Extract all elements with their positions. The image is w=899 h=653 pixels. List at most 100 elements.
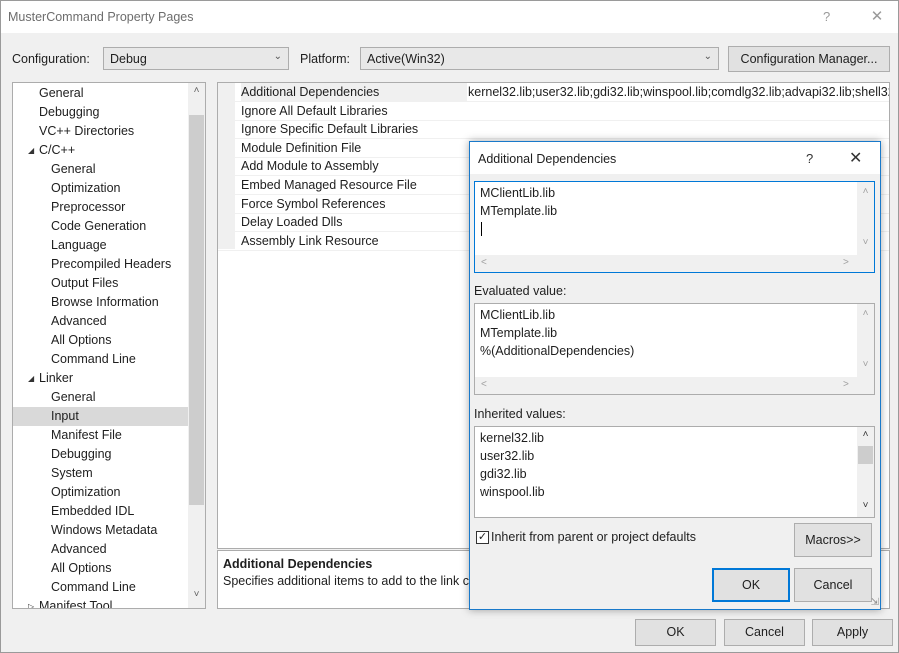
tree-item[interactable]: Advanced [13, 540, 189, 559]
property-tree: ▷ Manifest Tool Command Line All Options Adv… [12, 82, 206, 609]
tree-item-label: General [51, 162, 96, 176]
property-value[interactable]: kernel32.lib;user32.lib;gdi32.lib;winspo… [468, 83, 889, 101]
tree-item[interactable]: General [13, 160, 189, 179]
dialog-title-bar: Additional Dependencies ? ✕ [470, 142, 880, 174]
chevron-down-icon[interactable]: ˅ [857, 500, 874, 511]
tree-item[interactable]: Output Files [13, 274, 189, 293]
tree-item-label: Debugging [51, 447, 112, 461]
tree-item[interactable]: Command Line [13, 578, 189, 597]
apply-button[interactable]: Apply [812, 619, 893, 646]
inherit-checkbox[interactable]: ✓ [476, 531, 489, 544]
inherited-line: gdi32.lib [480, 467, 527, 481]
macros-button[interactable]: Macros>> [794, 523, 872, 557]
chevron-down-icon[interactable]: ◢ [28, 141, 34, 160]
tree-item-label: Code Generation [51, 219, 147, 233]
tree-item[interactable]: All Options [13, 559, 189, 578]
dialog-ok-button[interactable]: OK [712, 568, 790, 602]
chevron-right-icon[interactable]: > [843, 379, 849, 390]
configuration-label: Configuration: [12, 52, 90, 66]
chevron-down-icon[interactable]: ˅ [857, 237, 874, 248]
tree-item-label: General [51, 390, 96, 404]
inherit-checkbox-label[interactable]: Inherit from parent or project defaults [491, 530, 696, 544]
resize-grip-icon[interactable]: ⇲ [871, 597, 879, 608]
inherited-vscroll[interactable]: ˄ ˅ [857, 427, 874, 517]
chevron-up-icon[interactable]: ˄ [188, 85, 205, 102]
tree-item-label: Command Line [51, 352, 136, 366]
close-icon[interactable]: ✕ [867, 7, 887, 27]
tree-item[interactable]: Manifest File [13, 426, 189, 445]
tree-item[interactable]: Code Generation [13, 217, 189, 236]
ok-button[interactable]: OK [635, 619, 716, 646]
tree-item[interactable]: Preprocessor [13, 198, 189, 217]
tree-item[interactable]: Advanced [13, 312, 189, 331]
tree-item[interactable]: Optimization [13, 483, 189, 502]
tree-item[interactable]: Debugging [13, 103, 189, 122]
dependencies-editor[interactable]: MClientLib.lib MTemplate.lib ˄ ˅ < > [474, 181, 875, 273]
chevron-left-icon[interactable]: < [481, 379, 487, 390]
tree-scrollbar[interactable]: ˄ ˅ [188, 83, 205, 608]
chevron-down-icon[interactable]: ˅ [857, 359, 874, 370]
tree-item-label: Advanced [51, 542, 107, 556]
window-title: MusterCommand Property Pages [8, 10, 194, 24]
tree-item[interactable]: Precompiled Headers [13, 255, 189, 274]
tree-item[interactable]: Optimization [13, 179, 189, 198]
configuration-dropdown[interactable]: Debug ⌄ [103, 47, 289, 70]
platform-dropdown[interactable]: Active(Win32) ⌄ [360, 47, 719, 70]
chevron-left-icon[interactable]: < [481, 257, 487, 268]
property-row[interactable]: Additional Dependencies kernel32.lib;user… [218, 83, 889, 102]
tree-item[interactable]: ◢ C/C++ [13, 141, 189, 160]
scrollbar-thumb[interactable] [858, 446, 873, 464]
tree-item[interactable]: System [13, 464, 189, 483]
property-name: Additional Dependencies [241, 83, 467, 101]
tree-item[interactable]: Language [13, 236, 189, 255]
tree-item-label: C/C++ [39, 143, 76, 157]
chevron-right-icon[interactable]: > [843, 257, 849, 268]
editor-line: MTemplate.lib [480, 204, 558, 218]
cancel-button[interactable]: Cancel [724, 619, 805, 646]
tree-item-label: Embedded IDL [51, 504, 135, 518]
inherited-line: user32.lib [480, 449, 535, 463]
scrollbar-thumb[interactable] [189, 115, 204, 505]
close-icon[interactable]: ✕ [849, 148, 862, 168]
tree-item[interactable]: Embedded IDL [13, 502, 189, 521]
property-name: Add Module to Assembly [241, 159, 379, 174]
chevron-down-icon: ⌄ [703, 51, 712, 62]
tree-item[interactable]: General [13, 388, 189, 407]
chevron-up-icon[interactable]: ˄ [857, 429, 874, 440]
tree-item[interactable]: General [13, 84, 189, 103]
tree-item[interactable]: Debugging [13, 445, 189, 464]
editor-vscroll[interactable]: ˄ ˅ [857, 182, 874, 256]
help-icon[interactable]: ? [823, 9, 830, 24]
tree-item[interactable]: Command Line [13, 350, 189, 369]
evaluated-value-box: MClientLib.lib MTemplate.lib %(Additiona… [474, 303, 875, 395]
tree-item[interactable]: ◢ Linker [13, 369, 189, 388]
tree-item[interactable]: Browse Information [13, 293, 189, 312]
evaluated-hscroll[interactable]: < > [475, 377, 874, 394]
chevron-up-icon[interactable]: ˄ [857, 186, 874, 197]
chevron-up-icon[interactable]: ˄ [857, 308, 874, 319]
help-icon[interactable]: ? [806, 151, 813, 166]
tree-item[interactable]: Windows Metadata [13, 521, 189, 540]
property-row[interactable]: Ignore Specific Default Libraries [218, 120, 889, 140]
platform-value: Active(Win32) [367, 52, 445, 66]
chevron-down-icon[interactable]: ◢ [28, 369, 34, 388]
property-row[interactable]: Ignore All Default Libraries [218, 102, 889, 121]
evaluated-line: MTemplate.lib [480, 326, 558, 340]
chevron-right-icon[interactable]: ▷ [28, 597, 34, 608]
tree-item-label: Optimization [51, 485, 121, 499]
evaluated-vscroll[interactable]: ˄ ˅ [857, 304, 874, 378]
configuration-manager-button[interactable]: Configuration Manager... [728, 46, 890, 72]
dialog-cancel-button[interactable]: Cancel [794, 568, 872, 602]
tree-item[interactable]: All Options [13, 331, 189, 350]
tree-item[interactable]: VC++ Directories [13, 122, 189, 141]
title-bar: MusterCommand Property Pages ? ✕ [1, 1, 898, 33]
property-name: Force Symbol References [241, 196, 386, 211]
tree-item-label: General [39, 86, 84, 100]
tree-item[interactable]: Input [13, 407, 189, 426]
tree-item[interactable]: ▷ Manifest Tool [13, 597, 189, 608]
chevron-down-icon[interactable]: ˅ [188, 589, 205, 606]
platform-label: Platform: [300, 52, 351, 66]
editor-hscroll[interactable]: < > [475, 255, 874, 272]
tree-item-label: Manifest File [51, 428, 122, 442]
property-name: Embed Managed Resource File [241, 178, 417, 192]
